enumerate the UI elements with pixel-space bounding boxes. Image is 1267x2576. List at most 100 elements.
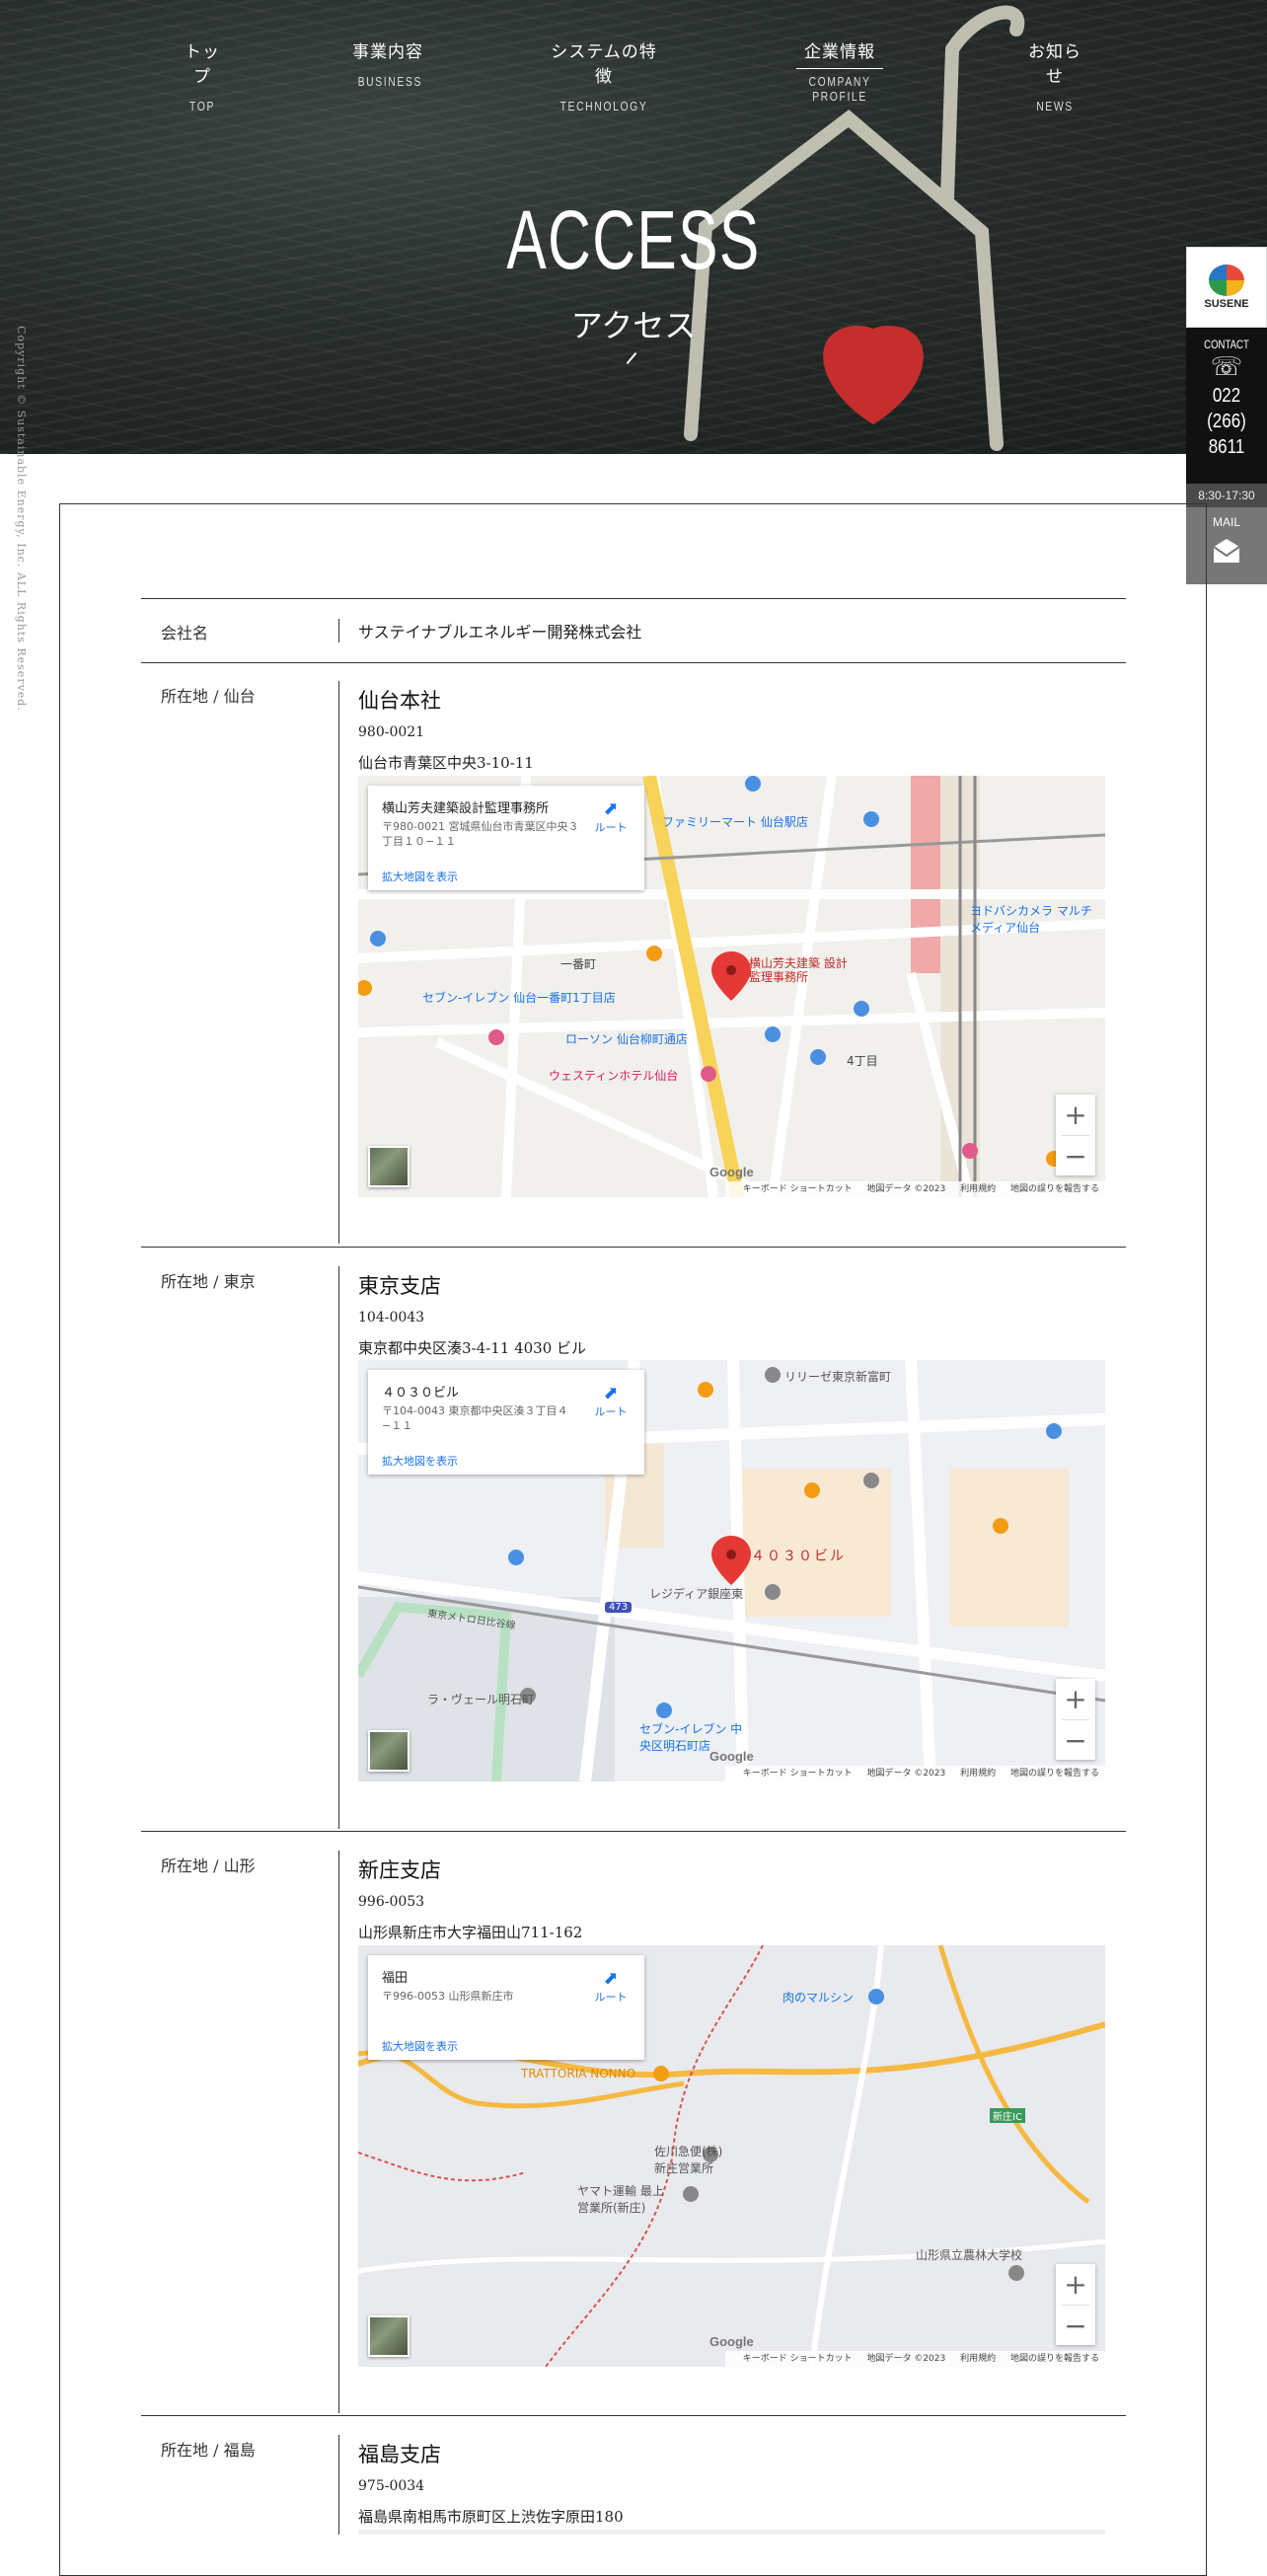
zoom-control: + − (1056, 1095, 1095, 1175)
zoom-in-button[interactable]: + (1056, 1679, 1095, 1719)
map-info-card: 福田 〒996-0053 山形県新庄市 拡大地図を表示 ⬈ ルート (368, 1955, 644, 2060)
company-name: サステイナブルエネルギー開発株式会社 (358, 623, 642, 642)
map-poi: ラ・ヴェール明石町 (427, 1693, 535, 1706)
row-divider (338, 619, 339, 643)
google-map-yamagata[interactable]: TRATTORIA NONNO 佐川急便(株) 新庄営業所 ヤマト運輸 最上 営… (358, 1945, 1105, 2367)
route-shield: 473 (605, 1602, 633, 1613)
zoom-out-button[interactable]: − (1056, 1136, 1095, 1176)
office-row-yamagata: 所在地 / 山形 新庄支店 996-0053 山形県新庄市大字福田山711-16… (141, 1831, 1126, 2416)
office-zip: 104-0043 (358, 1310, 425, 1326)
keyboard-shortcuts-link[interactable]: キーボード ショートカット (743, 1769, 853, 1779)
zoom-out-button[interactable]: − (1056, 2306, 1095, 2346)
nav-item-news[interactable]: お知らせ NEWS (1020, 38, 1089, 114)
office-address: 仙台市青葉区中央3-10-11 (358, 754, 534, 772)
terms-link[interactable]: 利用規約 (960, 2354, 996, 2364)
zoom-out-button[interactable]: − (1056, 1720, 1095, 1761)
row-label: 所在地 / 福島 (161, 2441, 256, 2460)
route-button[interactable]: ⬈ ルート (591, 1384, 631, 1419)
directions-icon: ⬈ (603, 1968, 619, 1989)
tel-button[interactable]: CONTACT ☏ 022 (266) 8611 (1186, 328, 1267, 484)
zoom-control: + − (1056, 2264, 1095, 2345)
tel-exchange: (266) (1207, 411, 1246, 432)
map-place-address: 〒104-0043 東京都中央区湊３丁目４−１１ (382, 1404, 568, 1432)
row-divider (338, 1851, 339, 2413)
report-error-link[interactable]: 地図の誤りを報告する (1010, 1769, 1099, 1779)
row-label: 所在地 / 仙台 (161, 687, 256, 706)
logo-mark-icon (1209, 265, 1244, 296)
company-logo[interactable]: SUSENE (1186, 247, 1267, 328)
keyboard-shortcuts-link[interactable]: キーボード ショートカット (743, 1184, 853, 1194)
contact-label: CONTACT (1204, 338, 1249, 351)
company-name-row: 会社名 サステイナブルエネルギー開発株式会社 (141, 598, 1126, 663)
map-pin-label: 横山芳夫建築 設計監理事務所 (749, 956, 848, 984)
interchange-label: 新庄IC (990, 2108, 1025, 2123)
map-place-address: 〒996-0053 山形県新庄市 (382, 1990, 514, 2003)
nav-item-technology[interactable]: システムの特徴 TECHNOLOGY (546, 38, 662, 114)
nav-label-jp: トップ (185, 42, 220, 87)
google-map-fukushima[interactable] (358, 2530, 1105, 2535)
tel-line: 8611 (1208, 436, 1245, 458)
map-place-name: ４０３０ビル (382, 1386, 460, 1401)
nav-label-en: TOP (189, 99, 215, 114)
map-footer: キーボード ショートカット 地図データ ©2023 利用規約 地図の誤りを報告す… (724, 1766, 1105, 1781)
office-row-fukushima: 所在地 / 福島 福島支店 975-0034 福島県南相馬市原町区上渋佐字原田1… (141, 2415, 1126, 2535)
map-poi: レジディア銀座東 (649, 1587, 744, 1601)
route-button[interactable]: ⬈ ルート (591, 1969, 631, 2005)
report-error-link[interactable]: 地図の誤りを報告する (1010, 2354, 1099, 2364)
keyboard-shortcuts-link[interactable]: キーボード ショートカット (743, 2354, 853, 2364)
directions-icon: ⬈ (603, 798, 619, 819)
map-poi: ヨドバシカメラ マルチメディア仙台 (970, 904, 1092, 935)
report-error-link[interactable]: 地図の誤りを報告する (1010, 1184, 1099, 1194)
map-place-name: 横山芳夫建築設計監理事務所 (382, 801, 550, 816)
row-label: 会社名 (161, 624, 209, 643)
satellite-toggle-button[interactable] (368, 2315, 410, 2357)
row-label: 所在地 / 東京 (161, 1272, 256, 1291)
map-data-credit: 地図データ ©2023 (866, 1769, 946, 1779)
office-address: 福島県南相馬市原町区上渋佐字原田180 (358, 2508, 624, 2526)
enlarge-map-link[interactable]: 拡大地図を表示 (382, 869, 458, 884)
map-info-card: 横山芳夫建築設計監理事務所 〒980-0021 宮城県仙台市青葉区中央３丁目１０… (368, 786, 644, 890)
hero-banner: トップ TOP 事業内容 BUSINESS システムの特徴 TECHNOLOGY… (0, 0, 1267, 454)
page-subtitle: アクセス (570, 307, 697, 344)
row-divider (338, 1266, 339, 1829)
nav-label-en: TECHNOLOGY (559, 99, 648, 114)
satellite-toggle-button[interactable] (368, 1730, 410, 1772)
route-label: ルート (594, 1405, 628, 1418)
enlarge-map-link[interactable]: 拡大地図を表示 (382, 2038, 458, 2054)
copyright-text: Copyright © Sustainable Energy, Inc. ALL… (15, 326, 28, 712)
map-info-card: ４０３０ビル 〒104-0043 東京都中央区湊３丁目４−１１ 拡大地図を表示 … (368, 1370, 644, 1475)
nav-label-jp: 企業情報 (804, 42, 875, 62)
map-footer: キーボード ショートカット 地図データ ©2023 利用規約 地図の誤りを報告す… (724, 1181, 1105, 1197)
office-address: 山形県新庄市大字福田山711-162 (358, 1924, 583, 1941)
office-info: 東京支店 104-0043 東京都中央区湊3-4-11 4030 ビル (358, 1270, 586, 1358)
google-map-sendai[interactable]: 横山芳夫建築 設計監理事務所 ファミリーマート 仙台駅店 セブン-イレブン 仙台… (358, 776, 1105, 1197)
satellite-toggle-button[interactable] (368, 1146, 410, 1187)
nav-item-business[interactable]: 事業内容 BUSINESS (350, 38, 425, 89)
map-data-credit: 地図データ ©2023 (866, 1184, 946, 1194)
enlarge-map-link[interactable]: 拡大地図を表示 (382, 1453, 458, 1469)
envelope-icon (1213, 539, 1240, 563)
office-address: 東京都中央区湊3-4-11 4030 ビル (358, 1339, 587, 1357)
zoom-in-button[interactable]: + (1056, 1095, 1095, 1135)
nav-label-jp: お知らせ (1028, 42, 1081, 87)
map-poi: ローソン 仙台柳町通店 (565, 1032, 688, 1046)
route-button[interactable]: ⬈ ルート (591, 799, 631, 835)
office-info: 新庄支店 996-0053 山形県新庄市大字福田山711-162 (358, 1855, 582, 1942)
nav-label-en: NEWS (1036, 99, 1074, 114)
map-place-address: 〒980-0021 宮城県仙台市青葉区中央３丁目１０−１１ (382, 820, 579, 848)
google-logo: Google (709, 1165, 754, 1179)
map-poi: ファミリーマート 仙台駅店 (662, 815, 808, 829)
nav-item-company-profile[interactable]: 企業情報 COMPANY PROFILE (785, 38, 894, 104)
route-label: ルート (594, 1991, 628, 2004)
terms-link[interactable]: 利用規約 (960, 1184, 996, 1194)
map-footer: キーボード ショートカット 地図データ ©2023 利用規約 地図の誤りを報告す… (724, 2351, 1105, 2367)
nav-item-top[interactable]: トップ TOP (178, 38, 227, 114)
google-map-tokyo[interactable]: ４０３０ビル リリーゼ東京新富町 レジディア銀座東 ラ・ヴェール明石町 東京メト… (358, 1360, 1105, 1781)
zoom-in-button[interactable]: + (1056, 2264, 1095, 2305)
terms-link[interactable]: 利用規約 (960, 1769, 996, 1779)
office-row-sendai: 所在地 / 仙台 仙台本社 980-0021 仙台市青葉区中央3-10-11 横… (141, 661, 1126, 1248)
map-poi: ヤマト運輸 最上 営業所(新庄) (577, 2184, 664, 2215)
office-name: 仙台本社 (358, 689, 441, 713)
google-logo: Google (709, 1749, 754, 1764)
office-zip: 996-0053 (358, 1894, 425, 1910)
